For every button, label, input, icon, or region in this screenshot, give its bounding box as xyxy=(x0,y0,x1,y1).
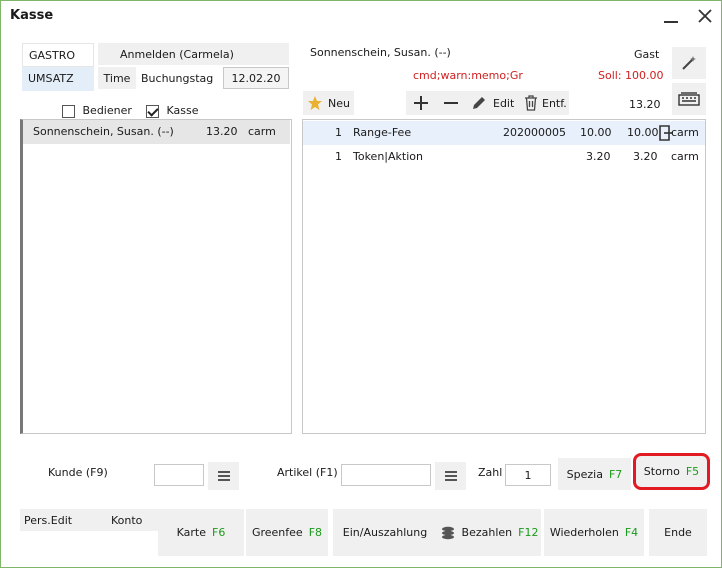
items-table: 1 Range-Fee 202000005 10.00 10.00 carm 1… xyxy=(302,119,706,434)
transaction-list: Sonnenschein, Susan. (--) 13.20 carm xyxy=(20,119,292,434)
guest-name: Sonnenschein, Susan. (--) xyxy=(310,46,451,59)
list-item[interactable]: Sonnenschein, Susan. (--) 13.20 carm xyxy=(23,120,290,144)
list-item-name: Sonnenschein, Susan. (--) xyxy=(33,125,174,138)
karte-button[interactable]: Karte F6 xyxy=(158,509,244,556)
row-name: Range-Fee xyxy=(353,126,412,139)
time-label: Time xyxy=(103,71,131,85)
zahl-value: 1 xyxy=(524,468,532,482)
kunde-input[interactable] xyxy=(154,464,204,486)
buchungstag-label: Buchungstag xyxy=(141,72,214,85)
window-title: Kasse xyxy=(10,8,54,23)
einauszahlung-button[interactable]: Ein/Auszahlung xyxy=(333,509,437,556)
add-button[interactable] xyxy=(413,95,429,111)
wiederholen-button[interactable]: Wiederholen F4 xyxy=(544,509,644,556)
title-bar: Kasse xyxy=(1,1,721,31)
filter-bediener[interactable]: Bediener xyxy=(62,104,132,118)
karte-key: F6 xyxy=(212,526,226,539)
row-total: 3.20 xyxy=(633,150,658,163)
spezial-button[interactable]: Spezia F7 xyxy=(558,458,631,490)
greenfee-label: Greenfee xyxy=(251,526,303,539)
artikel-label: Artikel (F1) xyxy=(277,466,338,479)
minus-icon xyxy=(444,102,458,104)
zahl-label: Zahl xyxy=(478,466,503,479)
guest-total: 13.20 xyxy=(629,98,661,111)
list-item-user: carm xyxy=(248,125,276,138)
konto-button[interactable]: Konto xyxy=(111,514,142,527)
anmelden-button[interactable]: Anmelden (Carmela) xyxy=(98,43,289,65)
tab-gastro-label: GASTRO xyxy=(29,49,76,62)
zahl-input[interactable]: 1 xyxy=(505,464,551,486)
row-code: 202000005 xyxy=(503,126,566,139)
greenfee-button[interactable]: Greenfee F8 xyxy=(246,509,328,556)
row-qty: 1 xyxy=(335,126,342,139)
keyboard-icon xyxy=(678,92,700,106)
kasse-checkbox[interactable] xyxy=(146,104,159,118)
kunde-label: Kunde (F9) xyxy=(48,466,108,479)
bezahlen-key: F12 xyxy=(518,526,539,539)
row-qty: 1 xyxy=(335,150,342,163)
ende-button[interactable]: Ende xyxy=(649,509,707,556)
keyboard-button[interactable] xyxy=(672,83,706,115)
time-button[interactable]: Time xyxy=(98,67,136,89)
edit-label: Edit xyxy=(493,96,515,110)
storno-highlight xyxy=(633,453,710,490)
kasse-window: Kasse GASTRO UMSATZ Anmelden (Carmela) T… xyxy=(0,0,722,568)
neu-button[interactable]: Neu xyxy=(303,91,354,115)
wiederholen-key: F4 xyxy=(624,526,639,539)
row-user: carm xyxy=(671,126,699,139)
bezahlen-button[interactable]: Bezahlen F12 xyxy=(437,509,541,556)
pers-edit-button[interactable]: Pers.Edit xyxy=(24,514,72,527)
tab-gastro[interactable]: GASTRO xyxy=(22,43,94,67)
remove-button[interactable] xyxy=(443,95,459,111)
magic-wand-icon xyxy=(682,56,696,70)
buchungstag-field[interactable]: 12.02.20 xyxy=(223,67,289,89)
neu-label: Neu xyxy=(328,96,350,110)
spezial-key: F7 xyxy=(608,467,623,481)
greenfee-key: F8 xyxy=(308,526,323,539)
guest-type: Gast xyxy=(634,48,660,61)
table-row[interactable]: 1 Token|Aktion 3.20 3.20 carm xyxy=(303,145,705,169)
einauszahlung-label: Ein/Auszahlung xyxy=(342,526,428,539)
menu-icon xyxy=(217,471,230,481)
row-name: Token|Aktion xyxy=(353,150,423,163)
row-price: 10.00 xyxy=(580,126,612,139)
entf-label: Entf. xyxy=(542,96,567,110)
row-user: carm xyxy=(671,150,699,163)
coins-icon xyxy=(441,526,454,539)
menu-icon xyxy=(444,471,457,481)
plus-icon xyxy=(414,96,428,110)
guest-soll: Soll: 100.00 xyxy=(598,69,664,82)
guest-cmd: cmd;warn:memo;Grat xyxy=(413,69,523,82)
entf-button[interactable]: Entf. xyxy=(524,94,567,112)
spezial-label: Spezia xyxy=(566,467,603,481)
bediener-checkbox[interactable] xyxy=(62,104,75,118)
table-row[interactable]: 1 Range-Fee 202000005 10.00 10.00 carm xyxy=(303,121,705,145)
buchungstag-value: 12.02.20 xyxy=(231,71,281,85)
list-item-amount: 13.20 xyxy=(206,125,238,138)
pencil-icon xyxy=(473,97,485,109)
bediener-label: Bediener xyxy=(82,104,132,117)
karte-label: Karte xyxy=(176,526,207,539)
wand-button[interactable] xyxy=(672,47,706,79)
close-button[interactable] xyxy=(693,5,717,27)
ende-label: Ende xyxy=(664,526,692,539)
anmelden-label: Anmelden (Carmela) xyxy=(120,47,234,61)
tab-umsatz-label: UMSATZ xyxy=(28,72,74,85)
star-icon xyxy=(308,96,323,110)
kunde-menu-button[interactable] xyxy=(208,462,239,490)
artikel-menu-button[interactable] xyxy=(435,462,466,490)
wiederholen-label: Wiederholen xyxy=(549,526,619,539)
minimize-icon xyxy=(664,21,678,23)
close-icon xyxy=(698,9,712,23)
tab-umsatz[interactable]: UMSATZ xyxy=(22,67,94,91)
row-total: 10.00 xyxy=(627,126,659,139)
filter-kasse[interactable]: Kasse xyxy=(146,104,199,118)
minimize-button[interactable] xyxy=(659,5,683,27)
row-price: 3.20 xyxy=(586,150,611,163)
trash-icon xyxy=(525,95,537,111)
edit-button[interactable]: Edit xyxy=(471,94,514,112)
kasse-label: Kasse xyxy=(166,104,199,117)
artikel-input[interactable] xyxy=(341,464,431,486)
bezahlen-label: Bezahlen xyxy=(461,526,513,539)
